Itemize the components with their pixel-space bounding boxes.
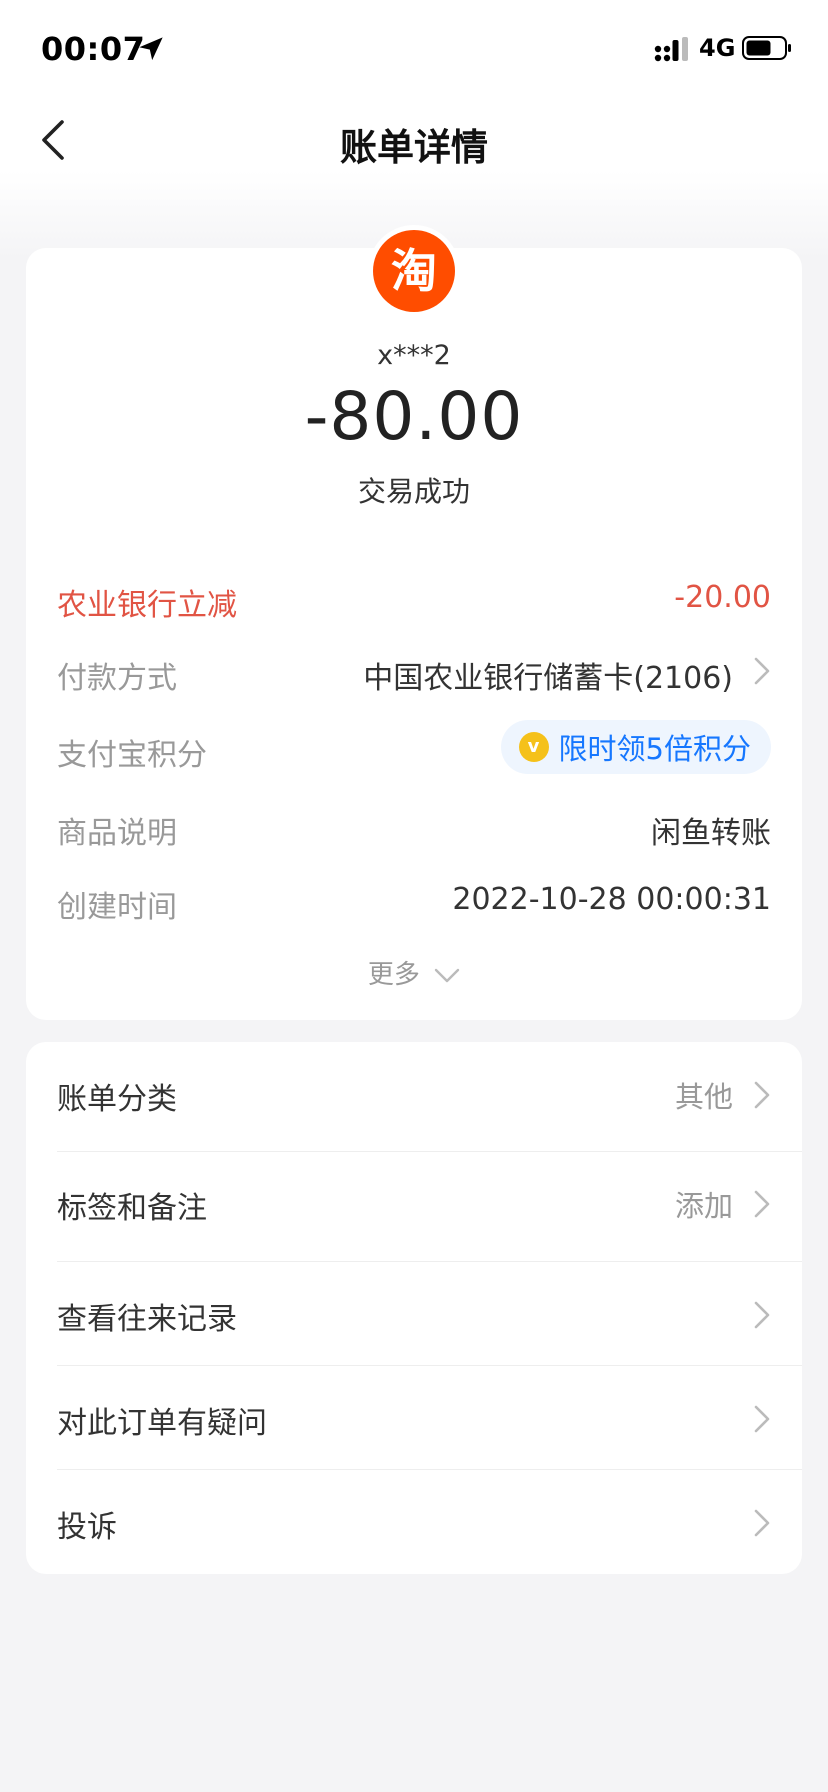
battery-icon [742, 36, 791, 60]
list-item-order-question[interactable]: 对此订单有疑问 [57, 1366, 771, 1470]
more-label: 更多 [367, 960, 420, 990]
created-time-value: 2022-10-28 00:00:31 [452, 882, 771, 917]
status-time: 00:07 [41, 30, 146, 68]
list-item-history[interactable]: 查看往来记录 [57, 1262, 771, 1366]
logo-char: 淘 [391, 244, 437, 298]
location-arrow-icon [139, 37, 163, 61]
list-item-tags-notes[interactable]: 标签和备注 添加 [57, 1151, 771, 1255]
signal-icon [654, 37, 688, 62]
points-row: 支付宝积分 v 限时领5倍积分 [57, 720, 771, 774]
complaint-label: 投诉 [57, 1510, 117, 1545]
payment-method-row[interactable]: 付款方式 中国农业银行储蓄卡(2106) [57, 645, 771, 696]
description-row: 商品说明 闲鱼转账 [57, 800, 771, 851]
transaction-status: 交易成功 [357, 475, 470, 508]
transaction-amount: -80.00 [304, 378, 524, 455]
chevron-right-icon [754, 1190, 770, 1218]
points-promo-text: 限时领5倍积分 [558, 732, 751, 766]
list-item-bill-category[interactable]: 账单分类 其他 [57, 1042, 771, 1146]
page-title: 账单详情 [340, 126, 488, 169]
network-type: 4G [699, 34, 736, 62]
points-promo-button[interactable]: v 限时领5倍积分 [500, 720, 771, 774]
chevron-right-icon [754, 1405, 770, 1433]
chevron-right-icon [754, 1081, 770, 1109]
bill-category-label: 账单分类 [57, 1082, 177, 1117]
bill-category-value: 其他 [674, 1080, 733, 1114]
order-question-label: 对此订单有疑问 [57, 1406, 267, 1441]
tags-notes-value: 添加 [674, 1189, 733, 1223]
counterparty-name: x***2 [377, 340, 451, 371]
discount-row: 农业银行立减 -20.00 [57, 572, 771, 623]
history-label: 查看往来记录 [57, 1302, 237, 1337]
tags-notes-label: 标签和备注 [57, 1191, 207, 1226]
taobao-logo-icon: 淘 [373, 230, 455, 312]
description-value: 闲鱼转账 [651, 816, 771, 851]
discount-label: 农业银行立减 [57, 588, 237, 623]
list-item-complaint[interactable]: 投诉 [57, 1470, 771, 1574]
chevron-right-icon [754, 1509, 770, 1537]
chevron-right-icon [754, 657, 770, 685]
coin-icon: v [518, 732, 549, 762]
more-button[interactable]: 更多 [0, 954, 828, 991]
created-time-row: 创建时间 2022-10-28 00:00:31 [57, 874, 771, 925]
coin-char: v [527, 736, 540, 757]
description-label: 商品说明 [57, 816, 177, 851]
status-bar: 00:07 4G [0, 0, 828, 100]
points-label: 支付宝积分 [57, 738, 207, 773]
created-time-label: 创建时间 [57, 890, 177, 925]
discount-value: -20.00 [674, 580, 771, 615]
chevron-right-icon [754, 1301, 770, 1329]
payment-method-label: 付款方式 [57, 661, 177, 696]
chevron-down-icon [434, 968, 460, 982]
nav-bar: 账单详情 [0, 100, 828, 180]
payment-method-value: 中国农业银行储蓄卡(2106) [363, 661, 733, 696]
